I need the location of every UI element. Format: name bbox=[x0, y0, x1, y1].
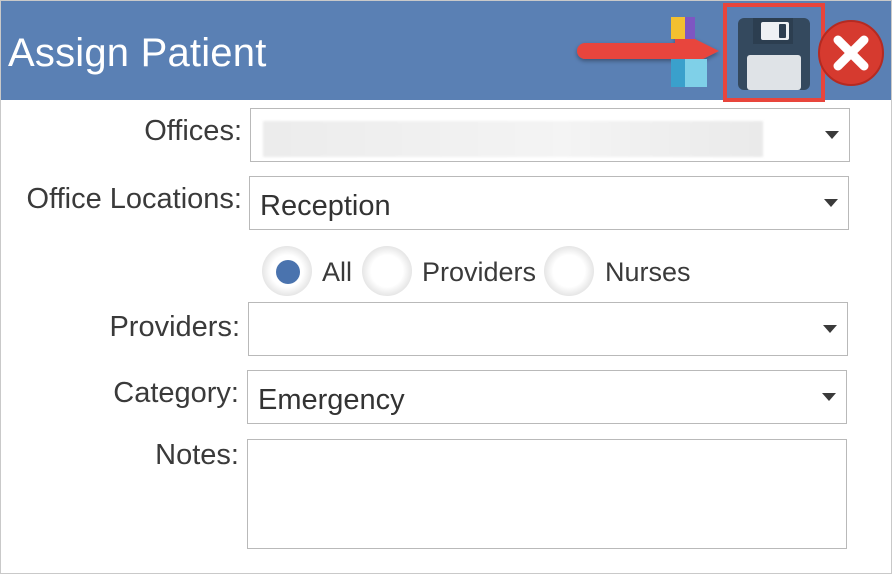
radio-nurses-label: Nurses bbox=[605, 257, 691, 287]
office-locations-value: Reception bbox=[260, 190, 391, 222]
radio-ring bbox=[544, 246, 594, 296]
category-select[interactable]: Emergency bbox=[247, 370, 847, 424]
window-title: Assign Patient bbox=[8, 31, 267, 75]
offices-label: Offices: bbox=[144, 115, 242, 147]
grid-icon[interactable] bbox=[665, 15, 727, 89]
chevron-down-icon bbox=[823, 325, 837, 333]
radio-ring bbox=[362, 246, 412, 296]
notes-textarea[interactable] bbox=[247, 439, 847, 549]
radio-all[interactable]: All bbox=[262, 246, 362, 300]
radio-providers[interactable]: Providers bbox=[362, 246, 542, 300]
close-button[interactable] bbox=[816, 18, 886, 88]
chevron-down-icon bbox=[822, 393, 836, 401]
providers-label: Providers: bbox=[109, 311, 240, 343]
chevron-down-icon bbox=[825, 131, 839, 139]
radio-selected-dot bbox=[276, 260, 300, 284]
save-icon bbox=[738, 18, 810, 90]
category-value: Emergency bbox=[258, 384, 405, 416]
notes-label: Notes: bbox=[155, 439, 239, 471]
category-label: Category: bbox=[113, 377, 239, 409]
radio-all-label: All bbox=[322, 257, 353, 287]
office-locations-select[interactable]: Reception bbox=[249, 176, 849, 230]
radio-providers-label: Providers bbox=[422, 257, 537, 287]
save-button[interactable] bbox=[723, 3, 825, 102]
providers-select[interactable] bbox=[248, 302, 848, 356]
offices-redacted-value bbox=[263, 121, 763, 157]
title-bar: Assign Patient bbox=[1, 1, 891, 102]
chevron-down-icon bbox=[824, 199, 838, 207]
offices-select[interactable] bbox=[250, 108, 850, 162]
radio-nurses[interactable]: Nurses bbox=[544, 246, 694, 300]
office-locations-label: Office Locations: bbox=[26, 183, 242, 215]
